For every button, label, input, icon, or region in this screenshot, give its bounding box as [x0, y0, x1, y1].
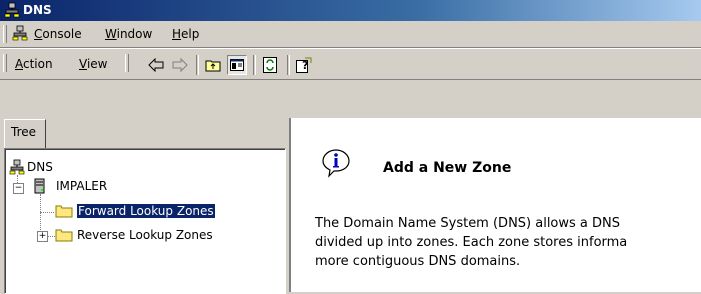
help-button[interactable]: ?	[294, 55, 314, 75]
refresh-button[interactable]	[260, 55, 280, 75]
show-hide-tree-button[interactable]	[227, 55, 247, 75]
back-button[interactable]	[146, 55, 166, 75]
details-title: Add a New Zone	[383, 160, 512, 176]
show-hide-tree-icon	[230, 59, 244, 71]
description-line: The Domain Name System (DNS) allows a DN…	[315, 216, 621, 231]
tree-pane[interactable]: DNS − IMPALER Forward Lookup Zones + Rev…	[4, 148, 286, 294]
dns-app-icon	[4, 2, 20, 18]
details-pane: Add a New Zone The Domain Name System (D…	[289, 118, 701, 292]
menu-console[interactable]: Console	[34, 27, 82, 41]
folder-icon	[55, 205, 73, 218]
expand-toggle[interactable]: +	[37, 231, 48, 242]
tree-connector	[47, 236, 55, 237]
up-one-level-icon	[205, 60, 221, 72]
refresh-icon	[263, 57, 277, 73]
forward-button[interactable]	[170, 55, 190, 75]
help-icon: ?	[296, 57, 312, 73]
console-icon[interactable]	[12, 25, 28, 41]
tab-tree[interactable]: Tree	[4, 119, 46, 149]
description-line: more contiguous DNS domains.	[315, 254, 521, 269]
menu-window[interactable]: Window	[105, 27, 152, 41]
view-menu[interactable]: View	[79, 57, 107, 71]
toolbar-separator	[196, 55, 199, 75]
menu-bar: Console Window Help	[0, 21, 701, 48]
details-description: The Domain Name System (DNS) allows a DN…	[315, 214, 701, 271]
server-icon	[34, 178, 45, 194]
toolbar-grip-2[interactable]	[125, 54, 129, 72]
action-menu[interactable]: Action	[15, 57, 53, 71]
description-line: divided up into zones. Each zone stores …	[315, 235, 628, 250]
info-icon	[322, 149, 350, 178]
menu-help[interactable]: Help	[172, 27, 199, 41]
toolbar-separator	[253, 55, 256, 75]
title-bar[interactable]: DNS	[0, 0, 701, 21]
tree-connector	[40, 212, 54, 213]
folder-icon	[55, 229, 73, 242]
window-title: DNS	[23, 3, 52, 17]
toolbar-separator	[287, 55, 290, 75]
dns-icon	[9, 159, 25, 175]
forward-icon	[172, 58, 188, 72]
back-icon	[148, 58, 164, 72]
toolbar-grip[interactable]	[3, 54, 7, 72]
tab-tree-label: Tree	[11, 125, 37, 139]
up-one-level-button[interactable]	[203, 55, 223, 75]
toolbar: Action View ?	[0, 48, 701, 80]
menubar-grip[interactable]	[3, 25, 7, 43]
svg-text:?: ?	[302, 59, 308, 72]
collapse-toggle[interactable]: −	[13, 183, 24, 194]
